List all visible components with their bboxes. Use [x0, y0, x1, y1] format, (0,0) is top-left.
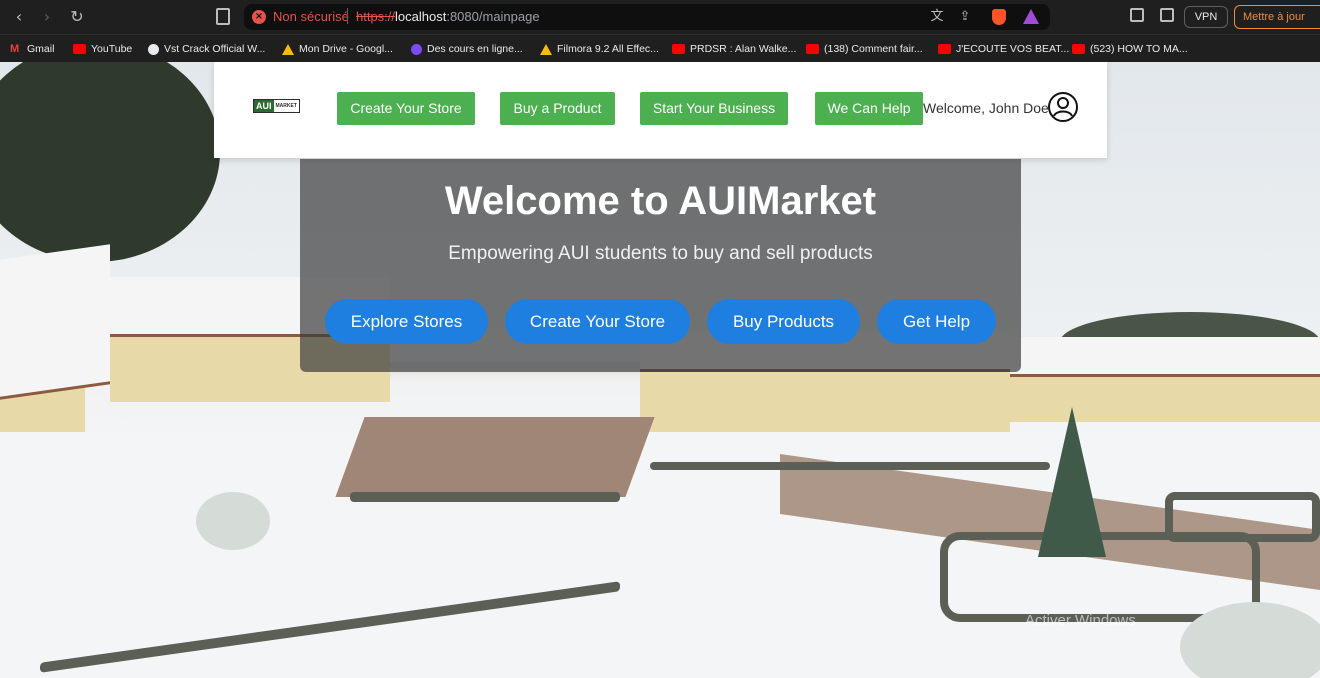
bookmark-beat[interactable]: J'ECOUTE VOS BEAT...	[938, 41, 1069, 57]
background-hedge	[350, 492, 620, 502]
drive-icon	[540, 43, 552, 55]
background-roof	[0, 244, 110, 400]
hero-subtitle: Empowering AUI students to buy and sell …	[448, 243, 873, 264]
get-help-button[interactable]: Get Help	[877, 299, 996, 344]
drive-icon	[282, 43, 294, 55]
nav-start-business-button[interactable]: Start Your Business	[640, 92, 788, 125]
youtube-icon	[806, 44, 819, 54]
background-building	[640, 362, 1010, 442]
background-hedge	[650, 462, 1050, 470]
bookmark-filmora[interactable]: Filmora 9.2 All Effec...	[540, 41, 659, 57]
welcome-user-text: Welcome, John Doe	[923, 100, 1049, 116]
brave-shields-icon[interactable]	[992, 9, 1006, 25]
forward-icon[interactable]: ›	[36, 6, 58, 28]
create-store-button[interactable]: Create Your Store	[505, 299, 690, 344]
logo-sub-text: MARKET	[273, 100, 299, 112]
youtube-icon	[938, 44, 951, 54]
vpn-label: VPN	[1194, 11, 1218, 23]
nav-create-store-button[interactable]: Create Your Store	[337, 92, 475, 125]
bookmarks-bar: M Gmail YouTube Vst Crack Official W... M…	[0, 34, 1320, 62]
site-header: AUI MARKET Create Your Store Buy a Produ…	[214, 62, 1107, 158]
bookmark-comment[interactable]: (138) Comment fair...	[806, 41, 923, 57]
bookmark-label: Gmail	[27, 43, 55, 55]
bookmark-label: Mon Drive - Googl...	[299, 43, 393, 55]
explore-stores-button[interactable]: Explore Stores	[325, 299, 488, 344]
url-host: localhost	[395, 9, 447, 24]
nav-help-button[interactable]: We Can Help	[815, 92, 923, 125]
page-viewport: AUI MARKET Create Your Store Buy a Produ…	[0, 62, 1320, 678]
nav-buy-product-button[interactable]: Buy a Product	[500, 92, 615, 125]
buy-products-button[interactable]: Buy Products	[707, 299, 860, 344]
bookmark-label: YouTube	[91, 43, 133, 55]
bookmark-prdsr[interactable]: PRDSR : Alan Walke...	[672, 41, 796, 57]
reload-icon[interactable]: ↻	[66, 6, 88, 28]
address-bar[interactable]: × Non sécurisé https://localhost:8080/ma…	[244, 4, 1050, 30]
user-account-icon[interactable]	[1047, 91, 1079, 123]
bookmark-label: (523) HOW TO MA...	[1090, 43, 1188, 55]
url-scheme: https://	[356, 9, 396, 24]
wallet-icon[interactable]	[1160, 8, 1174, 22]
share-icon[interactable]: ⇪	[956, 8, 974, 26]
background-roof	[1010, 337, 1320, 377]
youtube-icon	[73, 44, 86, 54]
update-button[interactable]: Mettre à jour	[1234, 5, 1320, 29]
update-label: Mettre à jour	[1243, 11, 1305, 23]
insecure-warning-icon[interactable]: ×	[252, 10, 266, 24]
security-status[interactable]: Non sécurisé	[273, 9, 349, 24]
bookmark-gmail[interactable]: M Gmail	[10, 41, 54, 57]
youtube-icon	[672, 44, 685, 54]
bookmark-label: PRDSR : Alan Walke...	[690, 43, 797, 55]
gmail-icon: M	[10, 43, 20, 55]
vpn-button[interactable]: VPN	[1184, 6, 1228, 28]
url-path: :8080/mainpage	[446, 9, 540, 24]
bookmark-label: (138) Comment fair...	[824, 43, 923, 55]
brave-rewards-icon[interactable]	[1023, 9, 1039, 24]
logo-main-text: AUI	[254, 100, 274, 112]
background-path	[335, 417, 655, 497]
site-logo[interactable]: AUI MARKET	[253, 99, 300, 113]
translate-icon[interactable]: 文	[928, 8, 946, 26]
bookmark-label: Vst Crack Official W...	[164, 43, 266, 55]
bookmark-howto[interactable]: (523) HOW TO MA...	[1072, 41, 1188, 57]
url-divider	[347, 8, 348, 24]
background-hedge	[1165, 492, 1320, 542]
browser-toolbar: ‹ › ↻ × Non sécurisé https://localhost:8…	[0, 0, 1320, 34]
activate-windows-watermark: Activer Windows	[1025, 612, 1136, 629]
course-icon	[411, 43, 422, 55]
back-icon[interactable]: ‹	[8, 6, 30, 28]
background-pine-tree	[1038, 407, 1106, 557]
url-text[interactable]: https://localhost:8080/mainpage	[356, 9, 540, 24]
youtube-icon	[1072, 44, 1085, 54]
sidebar-toggle-icon[interactable]	[1130, 8, 1144, 22]
bookmark-vst[interactable]: Vst Crack Official W...	[148, 41, 265, 57]
background-shrub	[196, 492, 270, 550]
bookmark-drive[interactable]: Mon Drive - Googl...	[282, 41, 393, 57]
bookmark-page-icon[interactable]	[216, 8, 230, 25]
bookmark-label: Filmora 9.2 All Effec...	[557, 43, 659, 55]
bookmark-courses[interactable]: Des cours en ligne...	[411, 41, 523, 57]
hero-title: Welcome to AUIMarket	[444, 179, 877, 223]
hero-section: Welcome to AUIMarket Empowering AUI stud…	[300, 159, 1021, 372]
github-icon	[148, 43, 159, 55]
bookmark-label: Des cours en ligne...	[427, 43, 523, 55]
bookmark-label: J'ECOUTE VOS BEAT...	[956, 43, 1070, 55]
bookmark-youtube[interactable]: YouTube	[73, 41, 132, 57]
